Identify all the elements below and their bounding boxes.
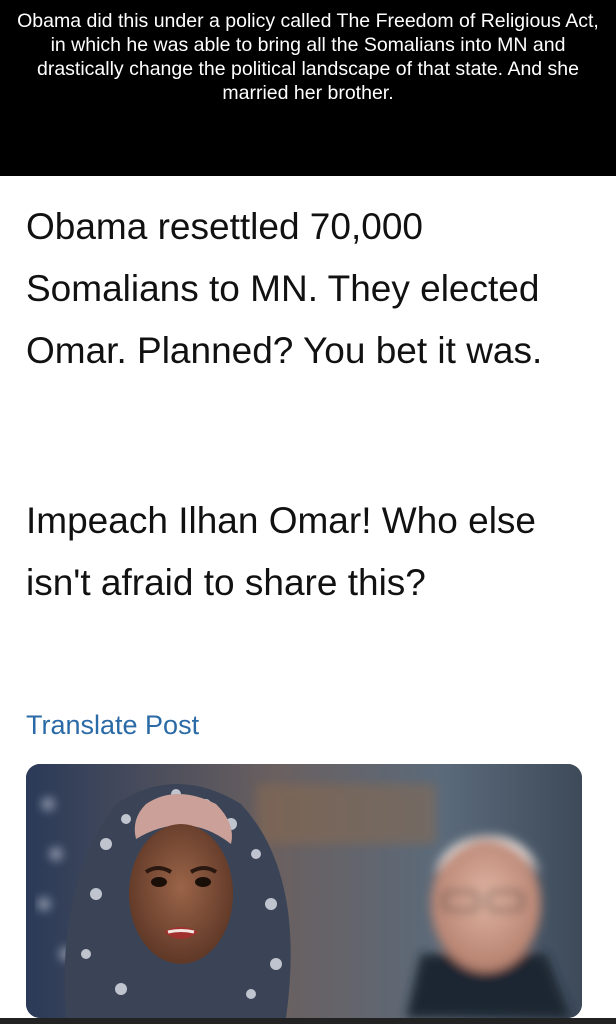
screenshot-frame: Obama did this under a policy called The… — [0, 0, 616, 1024]
post-paragraph-2: Impeach Ilhan Omar! Who else isn't afrai… — [26, 500, 536, 603]
post-paragraph-1: Obama resettled 70,000 Somalians to MN. … — [26, 206, 543, 371]
bottom-divider — [0, 1018, 616, 1024]
photo-icon — [26, 764, 582, 1018]
post-photo[interactable] — [26, 764, 582, 1018]
caption-text: Obama did this under a policy called The… — [17, 10, 599, 104]
caption-banner: Obama did this under a policy called The… — [0, 0, 616, 176]
translate-post-link[interactable]: Translate Post — [26, 708, 199, 742]
